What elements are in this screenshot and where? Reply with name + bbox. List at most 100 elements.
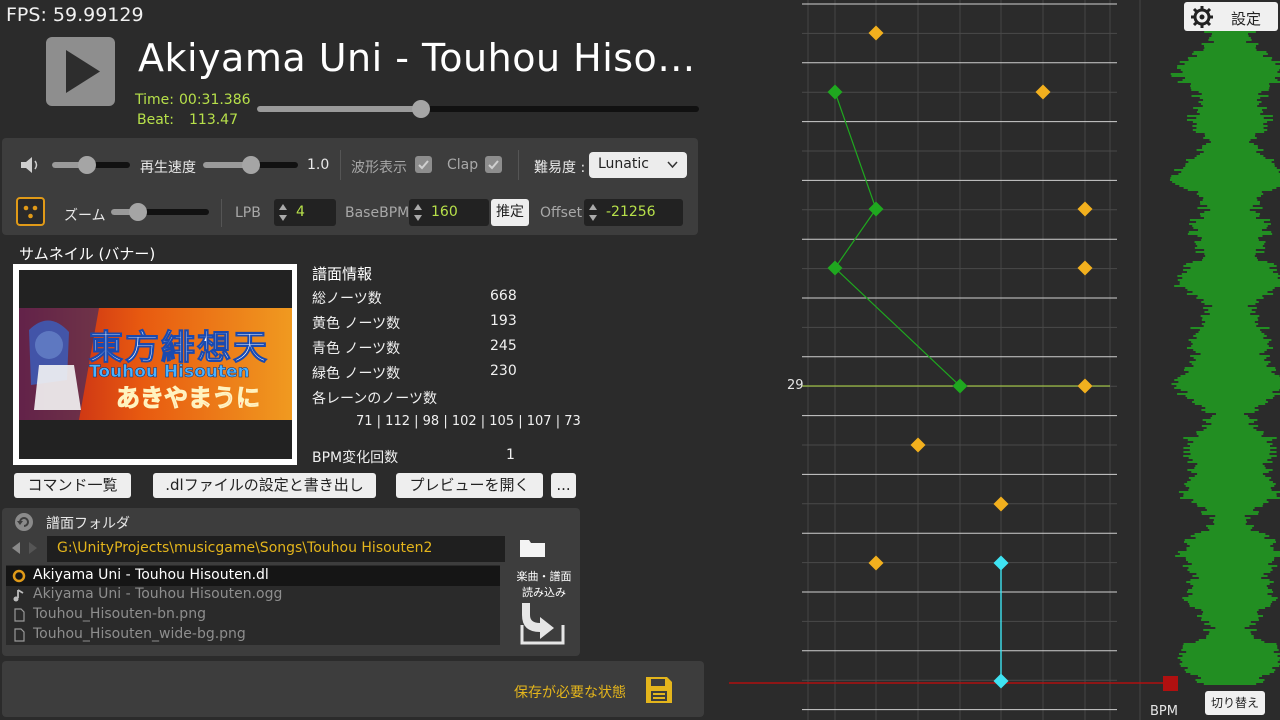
bpm-changes-label: BPM変化回数 bbox=[312, 450, 399, 466]
chart-info-label: 青色 ノーツ数 bbox=[312, 341, 401, 357]
file-list-item[interactable]: Akiyama Uni - Touhou Hisouten.dl bbox=[6, 566, 500, 586]
beat-label: Beat: bbox=[137, 112, 175, 128]
load-song-label-line2: 読み込み bbox=[522, 586, 566, 599]
play-icon bbox=[66, 50, 100, 93]
measure-number: 29 bbox=[787, 378, 804, 393]
chart-info-label: 黄色 ノーツ数 bbox=[312, 316, 401, 332]
chart-file-icon bbox=[12, 569, 26, 583]
export-dl-button[interactable]: .dlファイルの設定と書き出し bbox=[153, 473, 376, 498]
stepper-arrows-icon[interactable] bbox=[413, 203, 423, 222]
waveform-label: 波形表示 bbox=[351, 160, 407, 176]
basebpm-label: BaseBPM bbox=[345, 205, 410, 221]
status-text: 保存が必要な状態 bbox=[514, 685, 626, 701]
command-list-button[interactable]: コマンド一覧 bbox=[14, 473, 131, 498]
divider bbox=[221, 199, 222, 227]
speed-label: 再生速度 bbox=[140, 160, 196, 176]
banner-artist: あきやまうに bbox=[116, 384, 261, 413]
load-song-button[interactable] bbox=[520, 601, 565, 646]
waveform-checkbox[interactable] bbox=[415, 156, 432, 173]
clap-checkbox[interactable] bbox=[485, 156, 502, 173]
bpm-changes-value: 1 bbox=[506, 447, 515, 463]
toggle-button[interactable]: 切り替え bbox=[1205, 691, 1265, 715]
bpm-marker bbox=[1163, 676, 1178, 691]
speed-slider-handle[interactable] bbox=[242, 156, 260, 174]
thumbnail-label: サムネイル (バナー) bbox=[19, 245, 156, 263]
thumbnail-banner: 東方緋想天 Touhou Hisouten あきやまうに bbox=[19, 270, 292, 459]
open-preview-button[interactable]: プレビューを開く bbox=[396, 473, 543, 498]
stepper-arrows-icon[interactable] bbox=[588, 203, 598, 222]
time-value: 00:31.386 bbox=[179, 92, 251, 108]
seek-handle[interactable] bbox=[412, 100, 430, 118]
settings-label: 設定 bbox=[1231, 10, 1262, 28]
file-list-item[interactable]: Touhou_Hisouten-bn.png bbox=[6, 605, 500, 625]
check-icon bbox=[418, 160, 429, 170]
divider bbox=[518, 150, 519, 180]
load-song-label-line1: 楽曲・譜面 bbox=[516, 570, 572, 583]
check-icon bbox=[488, 160, 499, 170]
chart-info-label: 緑色 ノーツ数 bbox=[312, 366, 401, 382]
file-name: Akiyama Uni - Touhou Hisouten.dl bbox=[33, 567, 269, 583]
beat-value: 113.47 bbox=[189, 112, 238, 128]
zoom-label: ズーム bbox=[64, 208, 106, 224]
folder-icon[interactable] bbox=[519, 538, 546, 558]
chart-info-value: 668 bbox=[490, 288, 517, 304]
lane-notes-label: 各レーンのノーツ数 bbox=[312, 391, 438, 407]
difficulty-label: 難易度 : bbox=[534, 160, 586, 176]
file-name: Touhou_Hisouten_wide-bg.png bbox=[33, 626, 246, 642]
lpb-field[interactable]: 4 bbox=[274, 199, 336, 226]
time-label: Time: bbox=[135, 92, 174, 108]
song-title: Akiyama Uni - Touhou Hiso… bbox=[138, 36, 696, 80]
load-song-label: 楽曲・譜面 読み込み bbox=[508, 569, 580, 601]
speaker-icon[interactable] bbox=[19, 155, 41, 175]
offset-field[interactable]: -21256 bbox=[584, 199, 683, 226]
offset-value: -21256 bbox=[606, 204, 656, 220]
difficulty-select[interactable]: Lunatic bbox=[589, 152, 687, 178]
file-icon bbox=[14, 608, 25, 622]
file-list-item[interactable]: Akiyama Uni - Touhou Hisouten.ogg bbox=[6, 585, 500, 605]
estimate-bpm-button[interactable]: 推定 bbox=[491, 199, 529, 226]
offset-label: Offset bbox=[540, 205, 583, 221]
note-diamond bbox=[868, 201, 884, 217]
note-diamond bbox=[1077, 378, 1093, 394]
play-button[interactable] bbox=[46, 37, 115, 106]
note-diamond bbox=[993, 555, 1009, 571]
basebpm-value: 160 bbox=[431, 204, 458, 220]
dice-icon bbox=[23, 205, 38, 219]
volume-slider-handle[interactable] bbox=[78, 156, 96, 174]
file-name: Akiyama Uni - Touhou Hisouten.ogg bbox=[33, 586, 283, 602]
zoom-slider-handle[interactable] bbox=[129, 203, 147, 221]
note-editor-canvas[interactable] bbox=[700, 0, 1280, 720]
basebpm-field[interactable]: 160 bbox=[409, 199, 489, 226]
stepper-arrows-icon[interactable] bbox=[278, 203, 288, 222]
note-diamond bbox=[868, 555, 884, 571]
folder-title: 譜面フォルダ bbox=[46, 516, 130, 532]
more-button[interactable]: ... bbox=[551, 473, 576, 498]
note-diamond bbox=[1077, 201, 1093, 217]
note-diamond bbox=[827, 84, 843, 100]
file-name: Touhou_Hisouten-bn.png bbox=[33, 606, 206, 622]
lane-notes-values: 71 | 112 | 98 | 102 | 105 | 107 | 73 bbox=[356, 414, 581, 429]
lpb-label: LPB bbox=[235, 205, 261, 221]
note-diamond bbox=[910, 437, 926, 453]
folder-path-input[interactable]: G:\UnityProjects\musicgame\Songs\Touhou … bbox=[47, 536, 505, 562]
file-icon bbox=[14, 628, 25, 642]
file-list-item[interactable]: Touhou_Hisouten_wide-bg.png bbox=[6, 625, 500, 645]
chart-info-label: 総ノーツ数 bbox=[312, 291, 382, 307]
settings-button[interactable]: 設定 bbox=[1184, 2, 1278, 31]
chart-info-value: 193 bbox=[490, 313, 517, 329]
forward-arrow-icon[interactable] bbox=[27, 541, 39, 555]
note-diamond bbox=[1035, 84, 1051, 100]
bpm-lane-label: BPM bbox=[1150, 704, 1178, 719]
chart-info-title: 譜面情報 bbox=[312, 265, 373, 283]
note-diamond bbox=[993, 496, 1009, 512]
file-list: Akiyama Uni - Touhou Hisouten.dl Akiyama… bbox=[6, 565, 500, 645]
chevron-down-icon bbox=[667, 161, 678, 169]
lpb-value: 4 bbox=[296, 204, 305, 220]
music-note-icon bbox=[13, 589, 24, 602]
back-arrow-icon[interactable] bbox=[10, 541, 22, 555]
save-icon[interactable] bbox=[644, 675, 674, 705]
random-dice-button[interactable] bbox=[16, 197, 45, 226]
refresh-icon[interactable] bbox=[14, 512, 34, 532]
difficulty-value: Lunatic bbox=[598, 156, 649, 172]
clap-label: Clap bbox=[447, 157, 479, 173]
